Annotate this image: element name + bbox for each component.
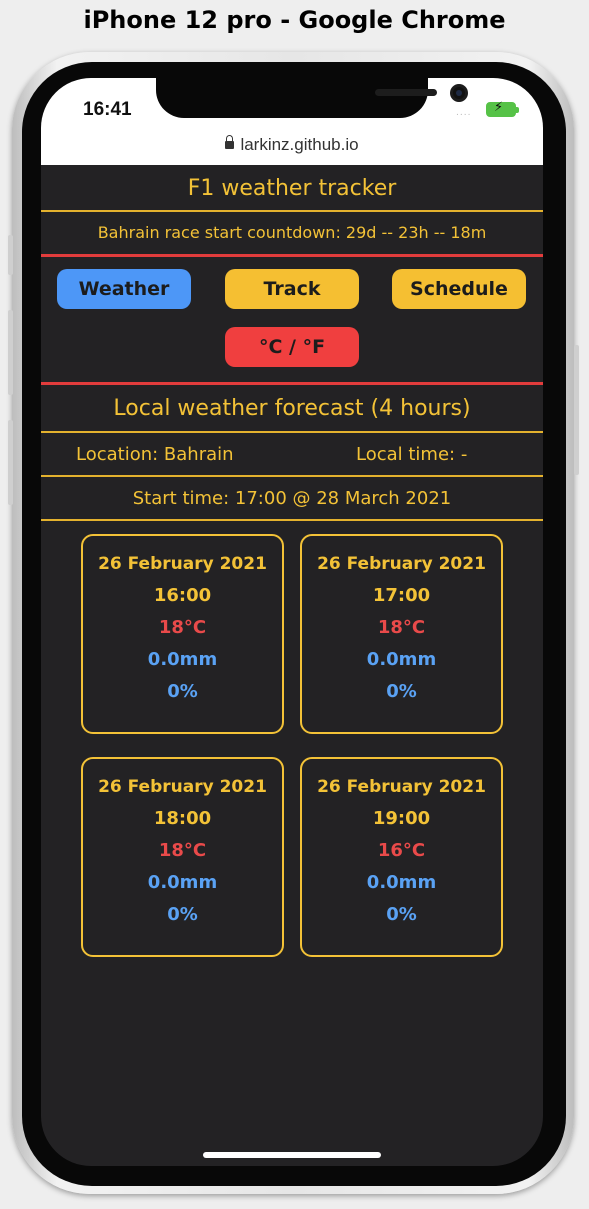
phone-side-button <box>8 235 13 275</box>
card-temperature: 18°C <box>158 617 207 638</box>
page-title: F1 weather tracker <box>41 165 543 212</box>
speaker-grille <box>375 89 437 96</box>
card-temperature: 18°C <box>158 840 207 861</box>
forecast-card: 26 February 2021 18:00 18°C 0.0mm 0% <box>81 757 284 957</box>
nav-buttons: Weather Track Schedule <box>41 257 543 327</box>
card-temperature: 16°C <box>377 840 426 861</box>
race-countdown: Bahrain race start countdown: 29d -- 23h… <box>41 212 543 257</box>
card-rain-chance: 0% <box>167 681 198 702</box>
card-precipitation: 0.0mm <box>366 872 437 893</box>
card-date: 26 February 2021 <box>98 777 267 797</box>
card-date: 26 February 2021 <box>317 554 486 574</box>
card-date: 26 February 2021 <box>98 554 267 574</box>
card-rain-chance: 0% <box>167 904 198 925</box>
battery-charging-icon: ⚡ <box>486 100 519 117</box>
forecast-title: Local weather forecast (4 hours) <box>41 385 543 433</box>
local-time-label: Local time: - <box>356 444 468 465</box>
camera-icon <box>450 84 468 102</box>
card-precipitation: 0.0mm <box>147 649 218 670</box>
card-precipitation: 0.0mm <box>147 872 218 893</box>
phone-volume-down-button <box>8 420 13 505</box>
bolt-icon: ⚡ <box>494 100 504 115</box>
web-page: F1 weather tracker Bahrain race start co… <box>41 165 543 971</box>
location-row: Location: Bahrain Local time: - <box>41 433 543 477</box>
signal-icon: .... <box>456 108 472 118</box>
status-time: 16:41 <box>83 99 132 120</box>
lock-icon <box>225 135 235 149</box>
address-bar[interactable]: larkinz.github.io <box>41 135 543 155</box>
url-text: larkinz.github.io <box>240 135 359 154</box>
location-label: Location: Bahrain <box>76 444 234 465</box>
card-temperature: 18°C <box>377 617 426 638</box>
card-rain-chance: 0% <box>386 904 417 925</box>
start-time-label: Start time: 17:00 @ 28 March 2021 <box>41 477 543 521</box>
card-precipitation: 0.0mm <box>366 649 437 670</box>
schedule-button[interactable]: Schedule <box>392 269 526 309</box>
notch <box>156 78 468 118</box>
unit-toggle-button[interactable]: °C / °F <box>225 327 359 367</box>
forecast-card: 26 February 2021 17:00 18°C 0.0mm 0% <box>300 534 503 734</box>
card-time: 17:00 <box>372 585 431 606</box>
window-title: iPhone 12 pro - Google Chrome <box>83 6 506 34</box>
phone-screen: 16:41 .... ⚡ larkinz.github.io F1 weathe… <box>41 78 543 1166</box>
card-time: 19:00 <box>372 808 431 829</box>
card-time: 16:00 <box>153 585 212 606</box>
card-time: 18:00 <box>153 808 212 829</box>
phone-power-button <box>574 345 579 475</box>
card-rain-chance: 0% <box>386 681 417 702</box>
phone-volume-up-button <box>8 310 13 395</box>
home-indicator[interactable] <box>203 1152 381 1158</box>
forecast-card: 26 February 2021 16:00 18°C 0.0mm 0% <box>81 534 284 734</box>
track-button[interactable]: Track <box>225 269 359 309</box>
weather-button[interactable]: Weather <box>57 269 191 309</box>
forecast-cards: 26 February 2021 16:00 18°C 0.0mm 0% 26 … <box>41 521 543 971</box>
forecast-card: 26 February 2021 19:00 16°C 0.0mm 0% <box>300 757 503 957</box>
card-date: 26 February 2021 <box>317 777 486 797</box>
unit-toggle-row: °C / °F <box>41 327 543 385</box>
